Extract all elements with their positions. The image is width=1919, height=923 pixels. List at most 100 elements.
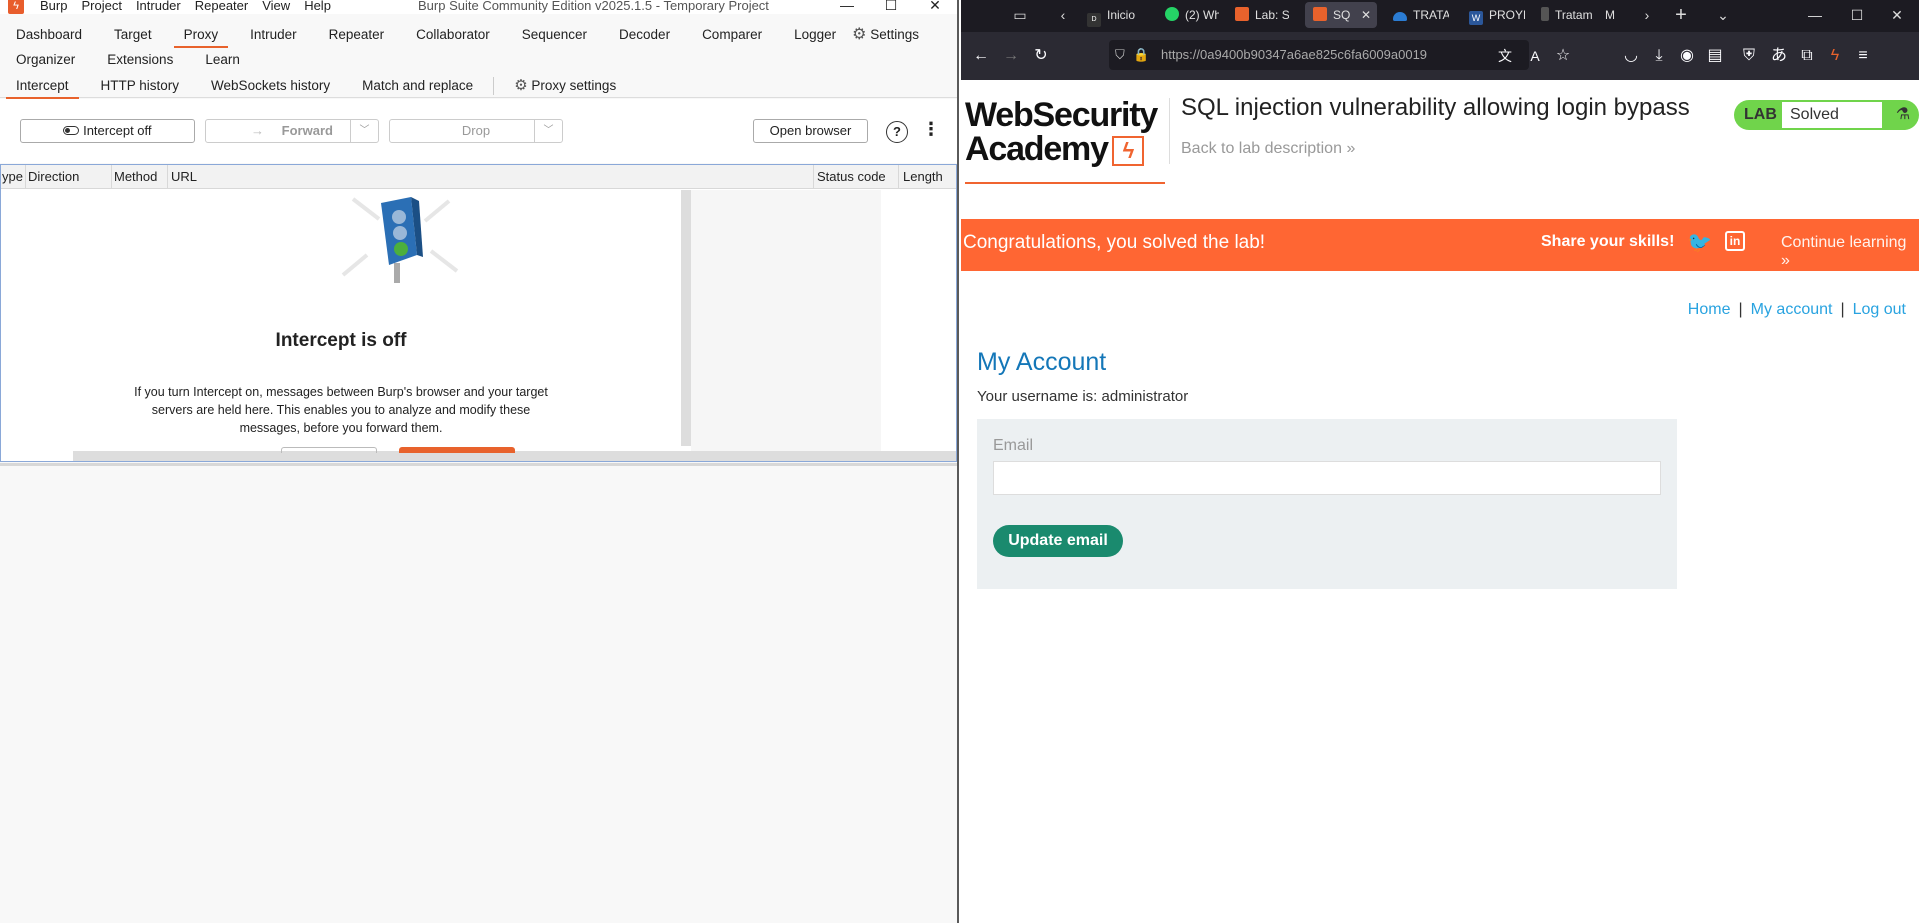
linkedin-icon[interactable]: in [1725,231,1745,251]
account-icon[interactable]: ◉ [1675,44,1699,68]
burp-extension-icon[interactable]: ϟ [1823,44,1847,68]
reload-icon[interactable]: ↻ [1029,44,1053,68]
shield-icon: ⛉ [1115,47,1125,62]
browser-tab[interactable]: M [1601,2,1623,28]
menu-repeater[interactable]: Repeater [195,0,248,13]
browser-tab[interactable]: Tratam [1533,2,1593,28]
tab-repeater[interactable]: Repeater [313,24,401,46]
browser-tab-active[interactable]: SQ ✕ [1305,2,1377,28]
back-to-lab-link[interactable]: Back to lab description » [1181,140,1355,158]
scroll-left-icon[interactable]: ‹ [1053,0,1073,30]
translate-extension-icon[interactable]: あ [1767,44,1791,68]
tab-logger[interactable]: Logger [778,24,852,46]
twitter-icon[interactable]: 🐦 [1687,230,1712,255]
extension-icon[interactable]: ▤ [1703,44,1727,68]
col-url[interactable]: URL [171,169,197,184]
menu-project[interactable]: Project [81,0,121,13]
new-tab-icon[interactable]: + [1669,0,1693,30]
browser-tab[interactable]: D Inicio [1079,2,1151,28]
browser-tab[interactable]: TRATA [1385,2,1449,28]
tab-overview-icon[interactable]: ▭ [1007,0,1033,30]
maximize-icon[interactable]: ☐ [1837,0,1877,30]
reader-icon[interactable]: A [1523,44,1547,68]
menu-help[interactable]: Help [304,0,331,13]
more-options-icon[interactable]: ⋮ [922,119,940,140]
tab-sequencer[interactable]: Sequencer [506,24,603,46]
col-type[interactable]: ype [2,169,23,184]
tab-proxy[interactable]: Proxy [168,24,235,48]
tab-dashboard[interactable]: Dashboard [0,24,98,46]
proxy-settings-button[interactable]: ⚙ Proxy settings [498,74,632,98]
extensions-icon[interactable]: ⧉ [1795,44,1819,68]
menu-intruder[interactable]: Intruder [136,0,181,13]
translate-icon[interactable]: 文 [1493,44,1517,68]
app-menu-icon[interactable]: ≡ [1851,44,1875,68]
tab-target[interactable]: Target [98,24,168,46]
chevron-down-icon[interactable]: ﹀ [350,120,378,142]
minimize-icon[interactable]: — [825,0,869,14]
chevron-down-icon[interactable]: ﹀ [534,120,562,142]
menu-burp[interactable]: Burp [40,0,67,13]
col-method[interactable]: Method [114,169,157,184]
help-icon[interactable]: ? [886,121,908,143]
tab-http-history[interactable]: HTTP history [85,74,196,98]
open-browser-button[interactable]: Open browser [753,119,868,143]
back-icon[interactable]: ← [969,44,993,68]
col-status-code[interactable]: Status code [817,169,886,184]
pocket-icon[interactable]: ◡ [1619,44,1643,68]
tab-collaborator[interactable]: Collaborator [400,24,506,46]
word-icon: W [1469,11,1483,25]
menu-view[interactable]: View [262,0,290,13]
tab-websockets-history[interactable]: WebSockets history [195,74,346,98]
portswigger-icon [1235,7,1249,21]
scroll-right-icon[interactable]: › [1637,0,1657,30]
nav-my-account[interactable]: My account [1751,301,1833,318]
drop-button[interactable]: Drop ﹀ [389,119,563,143]
close-tab-icon[interactable]: ✕ [1361,2,1371,28]
proxy-subtabs: Intercept HTTP history WebSockets histor… [0,74,957,99]
forward-button[interactable]: → Forward ﹀ [205,119,379,143]
tab-intruder[interactable]: Intruder [234,24,313,46]
tab-intercept[interactable]: Intercept [0,74,85,99]
lab-status-badge: LAB Solved ⚗ [1734,100,1919,130]
intercept-toggle-label: Intercept off [83,123,152,138]
intercept-toggle-button[interactable]: Intercept off [20,119,195,143]
maximize-icon[interactable]: ☐ [869,0,913,14]
lab-status: Solved [1782,102,1882,128]
forward-icon[interactable]: → [999,44,1023,68]
lock-icon: 🔒 [1133,47,1150,62]
tab-extensions[interactable]: Extensions [91,49,189,71]
col-length[interactable]: Length [903,169,943,184]
minimize-icon[interactable]: — [1795,0,1835,30]
list-tabs-icon[interactable]: ⌄ [1711,0,1735,30]
ublock-icon[interactable]: ⛨ [1737,44,1761,68]
intercept-on-button[interactable] [399,447,515,453]
email-field[interactable] [993,461,1661,495]
nav-home[interactable]: Home [1688,301,1731,318]
tab-comparer[interactable]: Comparer [686,24,778,46]
browser-tab[interactable]: (2) Wh [1157,2,1219,28]
browser-tab[interactable]: WPROYE [1461,2,1525,28]
nav-log-out[interactable]: Log out [1853,301,1906,318]
traffic-light-icon [341,197,459,283]
tab-organizer[interactable]: Organizer [0,49,91,71]
address-bar[interactable]: ⛉ 🔒 https://0a9400b90347a6ae825c6fa6009a… [1109,40,1529,70]
tab-match-replace[interactable]: Match and replace [346,74,489,98]
bookmark-star-icon[interactable]: ☆ [1551,44,1575,68]
close-icon[interactable]: ✕ [913,0,957,14]
update-email-button[interactable]: Update email [993,525,1123,557]
download-icon[interactable]: ⤓ [1647,44,1671,68]
tab-learn[interactable]: Learn [189,49,256,71]
tab-decoder[interactable]: Decoder [603,24,686,46]
browser-tab[interactable]: Lab: S [1227,2,1289,28]
col-direction[interactable]: Direction [28,169,79,184]
web-security-academy-logo[interactable]: WebSecurity Academy ϟ [965,98,1165,184]
vertical-scrollbar[interactable] [681,190,691,446]
whatsapp-icon [1165,7,1179,21]
share-label: Share your skills! [1541,233,1675,250]
close-icon[interactable]: ✕ [1877,0,1917,30]
url-text: https://0a9400b90347a6ae825c6fa6009a0019 [1161,47,1428,62]
tab-settings[interactable]: ⚙ Settings [852,24,935,46]
continue-learning-link[interactable]: Continue learning » [1781,234,1919,270]
learn-more-button[interactable] [281,447,377,453]
